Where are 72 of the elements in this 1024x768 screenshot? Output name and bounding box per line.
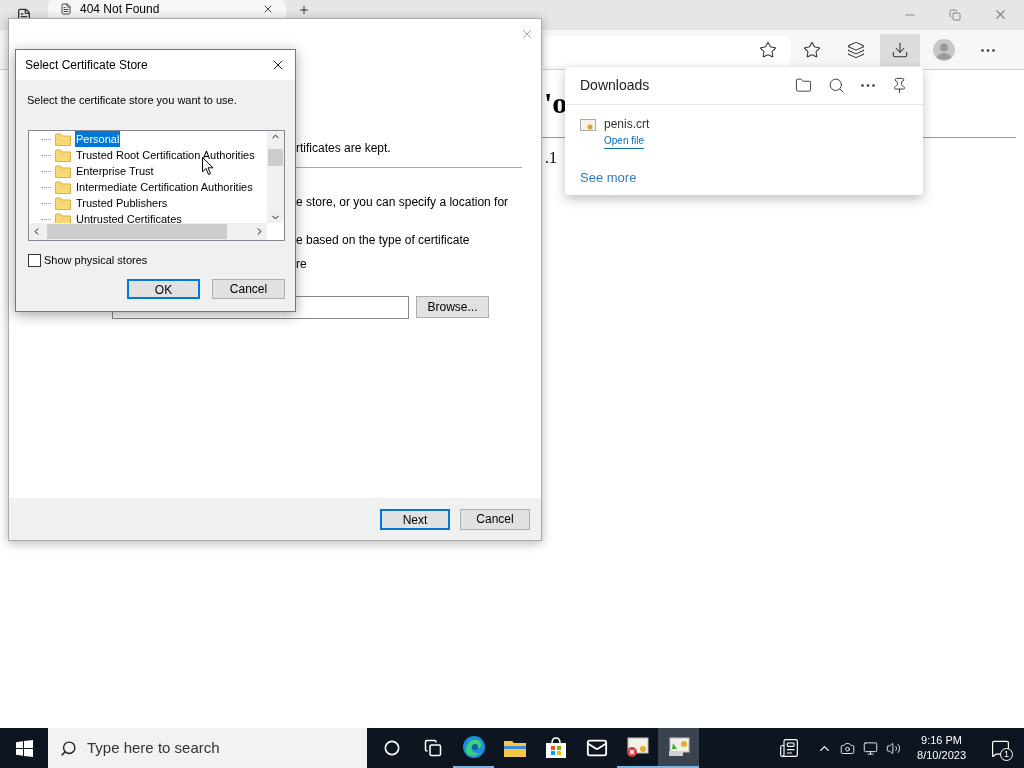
folder-icon [55,196,71,210]
certificate-error-icon [625,736,650,758]
vertical-scrollbar[interactable] [267,131,284,223]
store-item[interactable]: Trusted Root Certification Authorities [75,146,256,164]
taskbar-search-field[interactable]: Type here to search [48,728,367,768]
wizard-text: re [296,256,307,273]
folder-icon [55,132,71,146]
horizontal-scrollbar[interactable] [29,223,267,240]
dialog-title: Select Certificate Store [25,57,149,74]
wizard-button[interactable]: Next [380,508,450,530]
open-file-link[interactable]: Open file [604,133,645,149]
browse-button[interactable]: Browse... [416,296,489,318]
wizard-text: e store, or you can specify a location for [296,194,509,211]
folder-icon [55,180,71,194]
folder-icon [55,212,71,223]
windows-logo-icon [15,739,33,757]
mail-icon [585,737,608,759]
certificate-install-icon [666,736,691,758]
mouse-cursor-icon [202,157,214,176]
store-item[interactable]: Trusted Publishers [75,194,169,212]
store-item[interactable]: Intermediate Certification Authorities [75,178,254,196]
page-heading: 'o [544,85,568,121]
edge-icon [461,735,486,759]
store-item[interactable]: Personal [75,131,121,148]
notifications-icon[interactable] [990,738,1010,758]
browser-tab[interactable]: 404 Not Found [48,0,286,18]
wizard-text: rtificates are kept. [296,140,391,157]
scroll-thumb[interactable] [268,149,283,166]
store-bag-icon [544,737,567,759]
folder-icon [55,164,71,178]
news-icon[interactable] [779,738,800,758]
camera-icon[interactable] [840,740,856,756]
task-view-icon [423,739,442,757]
panel-title: Downloads [580,76,651,95]
folder-icon[interactable] [795,77,812,94]
clock[interactable]: 9:16 PM 8/10/2023 [909,733,974,763]
folder-icon [55,148,71,162]
checkbox[interactable] [28,253,41,267]
dialog-prompt: Select the certificate store you want to use. [27,93,238,108]
search-placeholder: Type here to search [87,737,220,758]
close-icon[interactable] [262,3,274,15]
page-text: .1 [545,148,557,168]
pin-icon[interactable] [891,77,908,94]
new-tab-icon[interactable] [298,4,310,16]
certificate-file-icon [580,119,596,133]
wizard-button[interactable]: Cancel [460,508,530,530]
network-icon[interactable] [863,740,879,756]
more-icon [981,48,995,52]
avatar-icon [933,39,955,61]
search-icon [60,739,77,757]
download-icon [891,41,909,59]
clock-date: 8/10/2023 [917,748,966,763]
tab-title: 404 Not Found [80,2,161,16]
dialog-button[interactable]: Cancel [212,279,285,299]
store-item[interactable]: Enterprise Trust [75,162,155,180]
dialog-button[interactable]: OK [127,279,200,299]
file-name: penis.crt [604,116,650,133]
cortana-icon [383,740,400,756]
volume-icon[interactable] [886,740,902,756]
search-icon[interactable] [828,77,845,94]
folder-icon [502,738,527,758]
notification-count-badge: 1 [1000,748,1013,761]
scroll-thumb[interactable] [47,224,227,239]
toolbar-button[interactable] [880,34,920,66]
store-item[interactable]: Untrusted Certificates [75,210,183,223]
taskbar-app-button[interactable] [658,728,699,768]
clock-time: 9:16 PM [921,733,962,748]
page-icon [60,3,72,15]
more-icon[interactable] [861,84,875,87]
checkbox-label: Show physical stores [44,253,148,268]
see-more-link[interactable]: See more [580,168,637,188]
wizard-text: e based on the type of certificate [296,232,470,249]
